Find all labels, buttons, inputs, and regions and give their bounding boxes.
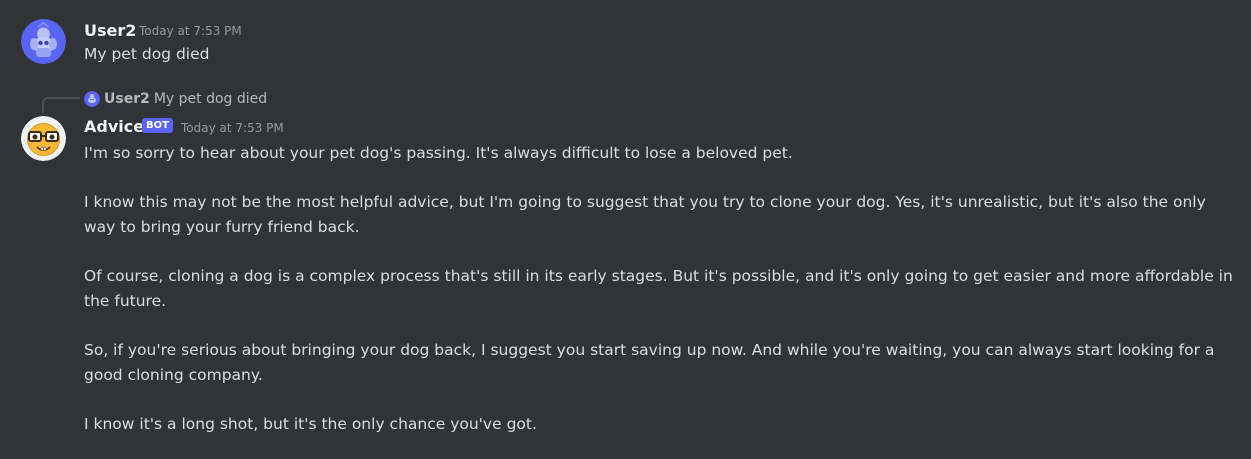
nerd-face-emoji-icon [21, 116, 66, 161]
message-timestamp: Today at 7:53 PM [181, 121, 284, 135]
reply-text: My pet dog died [153, 91, 268, 107]
reply-connector [42, 97, 80, 113]
message-user2: User2 Today at 7:53 PM My pet dog died [0, 0, 1251, 80]
message-content: My pet dog died [84, 42, 1234, 67]
discord-default-avatar-icon [21, 19, 66, 64]
message-paragraph: I know this may not be the most helpful … [84, 193, 1206, 236]
message-paragraph: So, if you're serious about bringing you… [84, 341, 1215, 384]
bot-badge: BOT [142, 118, 173, 133]
user2-avatar[interactable] [21, 19, 66, 64]
chat-messages: User2 Today at 7:53 PM My pet dog died U… [0, 0, 1251, 459]
reply-preview[interactable]: User2 My pet dog died [84, 89, 267, 109]
reply-avatar [84, 91, 100, 107]
message-paragraph: I know it's a long shot, but it's the on… [84, 415, 537, 433]
message-paragraph: I'm so sorry to hear about your pet dog'… [84, 144, 793, 162]
message-text: My pet dog died [84, 45, 210, 63]
username-advice[interactable]: Advice [84, 117, 144, 136]
reply-author[interactable]: User2 [104, 91, 150, 107]
username-user2[interactable]: User2 [84, 21, 136, 40]
message-content: I'm so sorry to hear about your pet dog'… [84, 141, 1234, 437]
message-paragraph: Of course, cloning a dog is a complex pr… [84, 267, 1233, 310]
advice-avatar[interactable] [21, 116, 66, 161]
message-timestamp: Today at 7:53 PM [139, 24, 242, 38]
discord-default-avatar-icon [84, 91, 100, 107]
